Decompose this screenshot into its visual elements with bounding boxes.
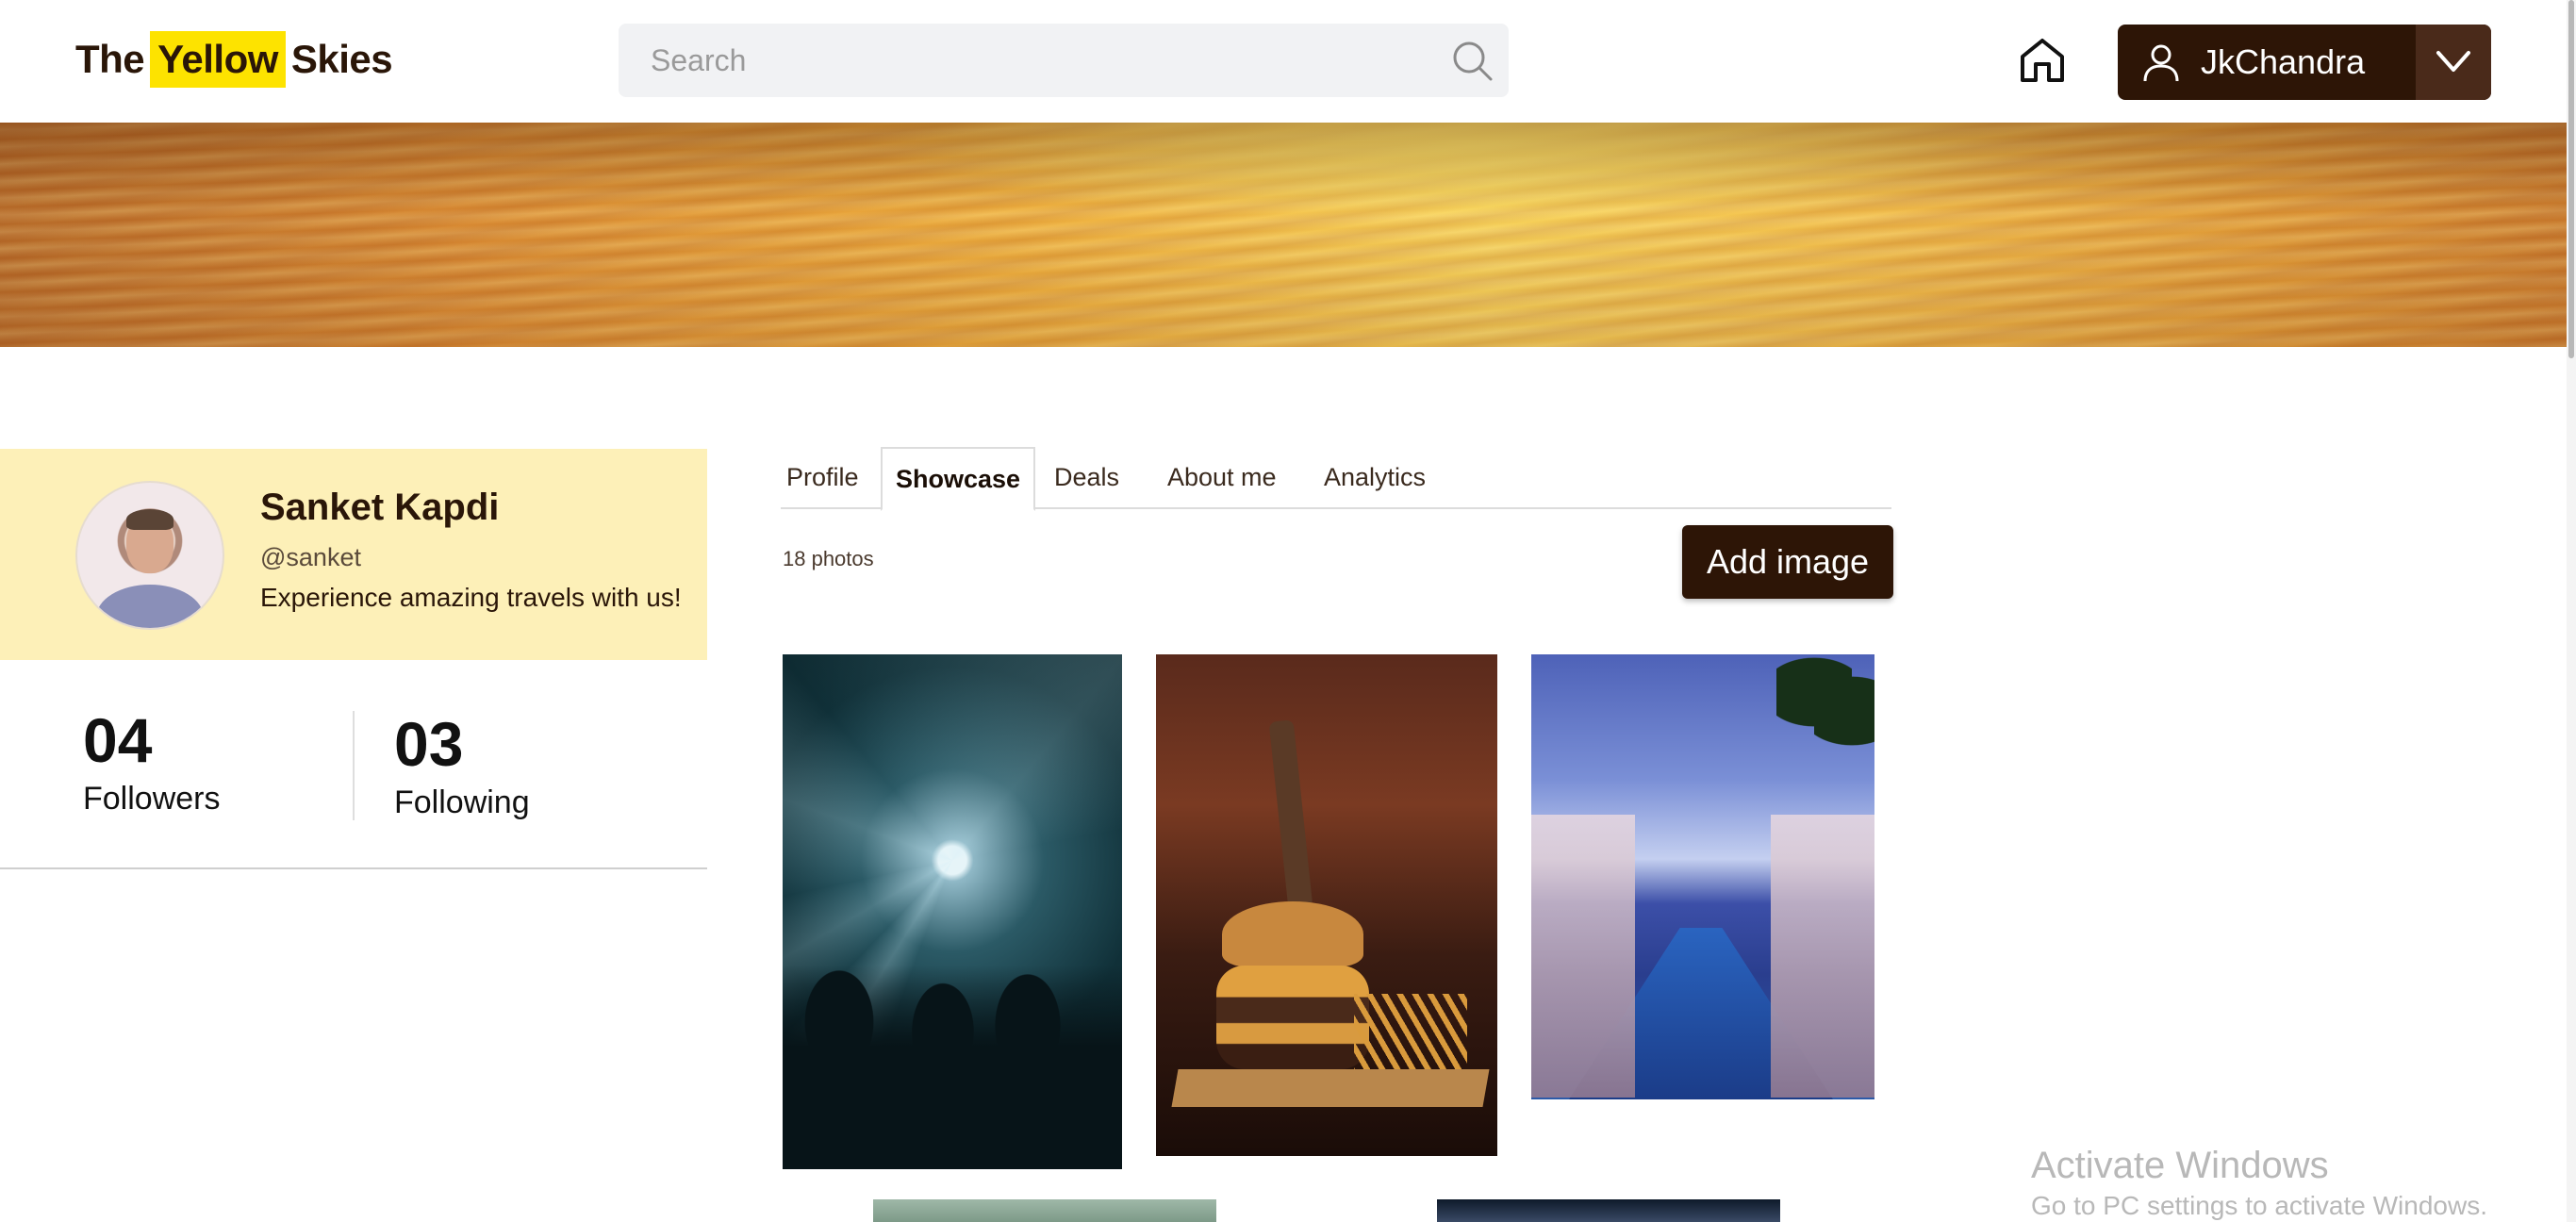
logo-text-the: The (75, 37, 145, 81)
top-header: The Yellow Skies JkChandra (0, 0, 2567, 123)
landscape-photo[interactable] (873, 1199, 1216, 1222)
home-icon[interactable] (2018, 36, 2067, 85)
tab-deals[interactable]: Deals (1054, 447, 1119, 507)
stats-divider (353, 711, 355, 820)
scrollbar-thumb[interactable] (2568, 0, 2574, 358)
search-icon[interactable] (1448, 37, 1495, 84)
tab-about-me[interactable]: About me (1167, 447, 1277, 507)
profile-card: Sanket Kapdi @sanket Experience amazing … (0, 449, 707, 660)
burger-photo[interactable] (1156, 654, 1497, 1156)
search-input[interactable] (619, 24, 1429, 97)
cover-banner-image (0, 123, 2567, 347)
concert-photo[interactable] (783, 654, 1122, 1169)
windows-activation-watermark: Activate Windows Go to PC settings to ac… (2031, 1145, 2487, 1221)
followers-label: Followers (83, 781, 221, 817)
tab-showcase[interactable]: Showcase (881, 447, 1035, 511)
following-stat[interactable]: 03 Following (394, 713, 530, 821)
profile-avatar[interactable] (75, 481, 224, 630)
search-bar (619, 24, 1509, 97)
profile-name: Sanket Kapdi (260, 487, 500, 528)
profile-stats: 04 Followers 03 Following (0, 660, 707, 869)
chevron-down-icon (2436, 51, 2470, 72)
user-dropdown-toggle[interactable] (2416, 25, 2491, 100)
followers-count: 04 (83, 705, 153, 775)
planet-photo[interactable] (1437, 1199, 1780, 1222)
resort-pool-photo[interactable] (1531, 654, 1874, 1099)
add-image-button[interactable]: Add image (1682, 525, 1893, 599)
user-name: JkChandra (2201, 42, 2366, 81)
watermark-title: Activate Windows (2031, 1145, 2329, 1186)
logo-text-skies: Skies (290, 37, 393, 81)
watermark-subtitle: Go to PC settings to activate Windows. (2031, 1191, 2487, 1220)
followers-stat[interactable]: 04 Followers (83, 709, 220, 817)
following-label: Following (394, 784, 530, 820)
user-icon (2140, 41, 2182, 83)
logo-text-yellow: Yellow (150, 31, 286, 88)
page-scrollbar[interactable] (2567, 0, 2576, 1222)
profile-tabs: Profile Showcase Deals About me Analytic… (781, 447, 1891, 511)
tab-analytics[interactable]: Analytics (1324, 447, 1426, 507)
following-count: 03 (394, 709, 464, 779)
profile-handle: @sanket (260, 543, 361, 571)
tab-profile[interactable]: Profile (786, 447, 859, 507)
photo-count: 18 photos (783, 547, 874, 570)
user-menu-button[interactable]: JkChandra (2118, 25, 2491, 100)
profile-bio: Experience amazing travels with us! (260, 583, 682, 612)
site-logo[interactable]: The Yellow Skies (75, 26, 393, 92)
